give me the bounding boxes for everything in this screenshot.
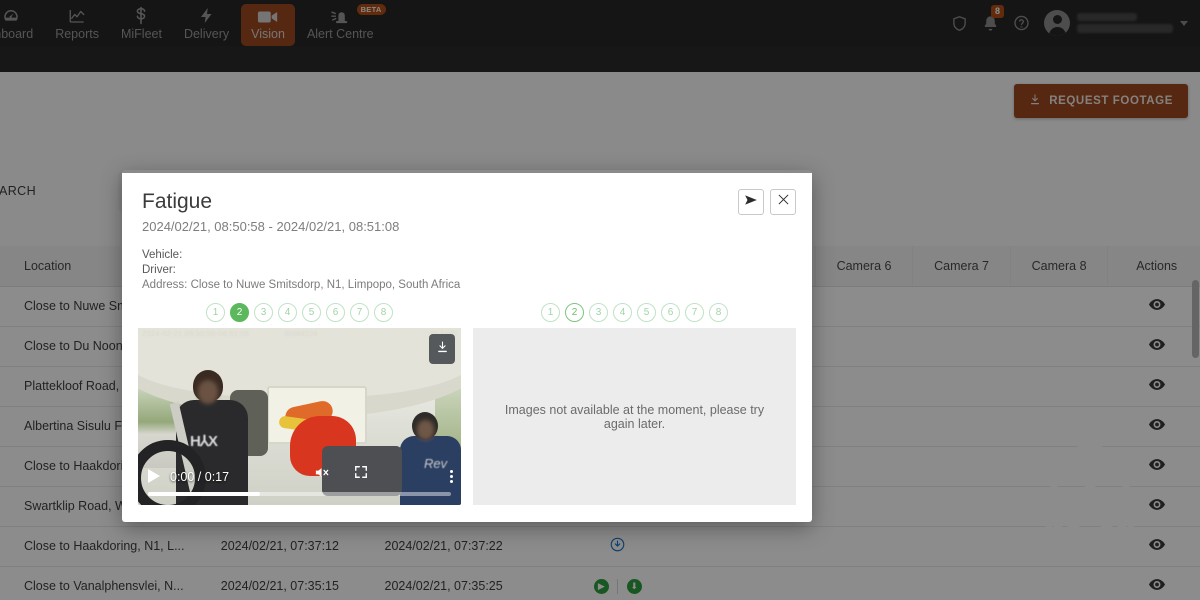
camera-pills-left: 1 2 3 4 5 6 7 8: [138, 303, 461, 322]
video-driver-shirt-print: H⅄X: [190, 433, 218, 450]
image-pill-6[interactable]: 6: [661, 303, 680, 322]
close-button[interactable]: [770, 189, 796, 215]
camera-pill-2[interactable]: 2: [230, 303, 249, 322]
images-pane: 1 2 3 4 5 6 7 8 Images not available at …: [473, 303, 796, 505]
modal-meta: Vehicle: Driver: Address: Close to Nuwe …: [142, 248, 792, 293]
play-icon[interactable]: [148, 469, 160, 483]
modal-title: Fatigue: [142, 190, 213, 213]
video-passenger-face-blur: [417, 420, 434, 440]
send-icon: [744, 193, 758, 212]
camera-pill-6[interactable]: 6: [326, 303, 345, 322]
camera-pill-5[interactable]: 5: [302, 303, 321, 322]
camera-pill-7[interactable]: 7: [350, 303, 369, 322]
image-pill-1[interactable]: 1: [541, 303, 560, 322]
video-controls: 0:00 / 0:17: [138, 459, 461, 505]
image-pill-2[interactable]: 2: [565, 303, 584, 322]
send-button[interactable]: [738, 189, 764, 215]
images-unavailable-message: Images not available at the moment, plea…: [473, 328, 796, 505]
video-pane: 1 2 3 4 5 6 7 8 H⅄X Rev 2024-02-21 08:50…: [138, 303, 461, 505]
video-driver-face-blur: [198, 380, 218, 404]
image-pill-4[interactable]: 4: [613, 303, 632, 322]
close-icon: [777, 193, 790, 211]
volume-muted-icon[interactable]: [313, 465, 330, 485]
download-icon: [436, 340, 449, 359]
camera-pill-4[interactable]: 4: [278, 303, 297, 322]
image-pill-5[interactable]: 5: [637, 303, 656, 322]
video-progress-bar[interactable]: [148, 492, 451, 496]
driver-label: Driver:: [142, 264, 176, 276]
video-overlay-timestamp-mid: 30984224: [284, 329, 318, 338]
camera-pill-1[interactable]: 1: [206, 303, 225, 322]
fullscreen-icon[interactable]: [354, 465, 368, 484]
video-download-button[interactable]: [429, 334, 455, 364]
camera-pill-8[interactable]: 8: [374, 303, 393, 322]
modal-action-buttons: [738, 189, 796, 215]
modal-header: Fatigue 2024/02/21, 08:50:58 - 2024/02/2…: [122, 173, 812, 293]
vehicle-label: Vehicle:: [142, 249, 183, 261]
image-pill-3[interactable]: 3: [589, 303, 608, 322]
modal-panes: 1 2 3 4 5 6 7 8 H⅄X Rev 2024-02-21 08:50…: [122, 303, 812, 505]
image-pill-8[interactable]: 8: [709, 303, 728, 322]
event-detail-modal: Fatigue 2024/02/21, 08:50:58 - 2024/02/2…: [122, 170, 812, 522]
kebab-menu-icon[interactable]: [450, 468, 453, 485]
modal-timerange: 2024/02/21, 08:50:58 - 2024/02/21, 08:51…: [142, 219, 400, 234]
video-player[interactable]: H⅄X Rev 2024-02-21 08:50:58-08:51:08 309…: [138, 328, 461, 505]
camera-pills-right: 1 2 3 4 5 6 7 8: [473, 303, 796, 322]
video-time-display: 0:00 / 0:17: [170, 470, 230, 484]
camera-pill-3[interactable]: 3: [254, 303, 273, 322]
video-overlay-timestamp-left: 2024-02-21 08:50:58-08:51:08: [142, 329, 249, 338]
image-pill-7[interactable]: 7: [685, 303, 704, 322]
video-progress-buffer: [148, 492, 261, 496]
address-label: Address: Close to Nuwe Smitsdorp, N1, Li…: [142, 279, 461, 291]
